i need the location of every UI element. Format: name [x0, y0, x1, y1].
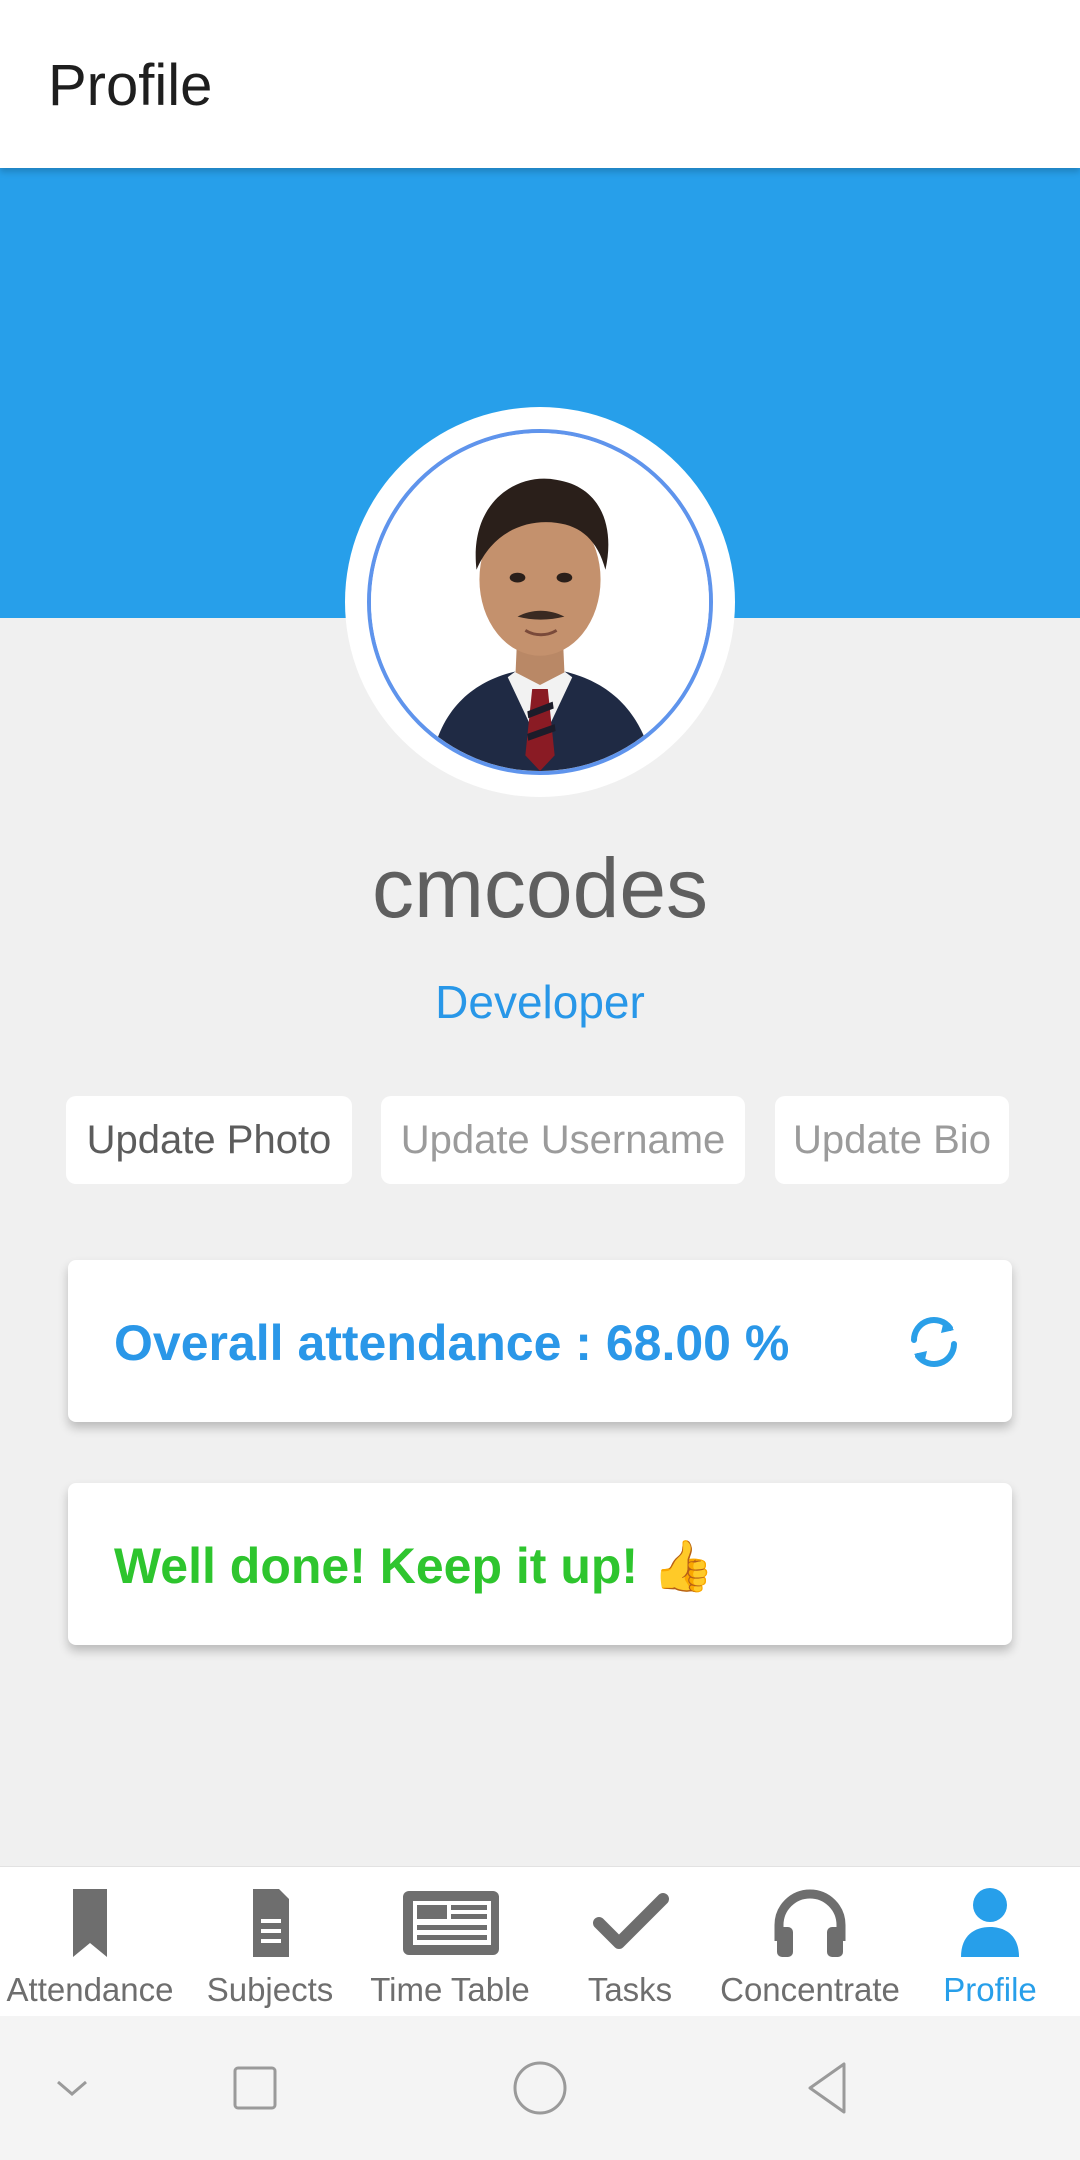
bottom-navigation: Attendance Subjects Time Table Tasks Con… — [0, 1866, 1080, 2016]
nav-label-concentrate: Concentrate — [720, 1971, 900, 2008]
username: cmcodes — [371, 841, 709, 935]
triangle-back-icon[interactable] — [794, 2052, 866, 2124]
update-username-button[interactable]: Update Username — [381, 1096, 745, 1184]
refresh-icon[interactable] — [904, 1312, 964, 1372]
update-photo-button[interactable]: Update Photo — [66, 1096, 352, 1184]
page-title: Profile — [48, 53, 213, 118]
update-bio-button[interactable]: Update Bio — [775, 1096, 1009, 1184]
nav-label-time-table: Time Table — [370, 1971, 530, 2008]
nav-item-tasks[interactable]: Tasks — [540, 1867, 720, 2017]
encouragement-message: Well done! Keep it up! 👍 — [114, 1538, 715, 1594]
newspaper-icon — [395, 1885, 505, 1965]
person-icon — [935, 1885, 1045, 1965]
square-icon[interactable] — [219, 2052, 291, 2124]
chevron-down-icon[interactable] — [36, 2052, 108, 2124]
nav-label-tasks: Tasks — [587, 1971, 673, 2008]
attendance-text: Overall attendance : 68.00 % — [114, 1315, 790, 1371]
avatar-ring — [345, 407, 735, 797]
circle-icon[interactable] — [504, 2052, 576, 2124]
nav-label-attendance: Attendance — [6, 1971, 174, 2008]
nav-label-subjects: Subjects — [206, 1971, 334, 2008]
bio: Developer — [435, 976, 645, 1028]
bookmark-icon — [35, 1885, 145, 1965]
system-navigation-bar — [0, 2016, 1080, 2160]
app-bar: Profile — [0, 0, 1080, 168]
nav-label-profile: Profile — [943, 1971, 1037, 2008]
check-icon — [575, 1885, 685, 1965]
nav-item-subjects[interactable]: Subjects — [180, 1867, 360, 2017]
nav-item-time-table[interactable]: Time Table — [360, 1867, 540, 2017]
document-icon — [215, 1885, 325, 1965]
nav-item-concentrate[interactable]: Concentrate — [720, 1867, 900, 2017]
headphones-icon — [755, 1885, 865, 1965]
attendance-card: Overall attendance : 68.00 % — [68, 1260, 1012, 1422]
nav-item-profile[interactable]: Profile — [900, 1867, 1080, 2017]
user-photo-icon — [371, 433, 709, 771]
message-card: Well done! Keep it up! 👍 — [68, 1483, 1012, 1645]
nav-item-attendance[interactable]: Attendance — [0, 1867, 180, 2017]
avatar[interactable] — [367, 429, 713, 775]
